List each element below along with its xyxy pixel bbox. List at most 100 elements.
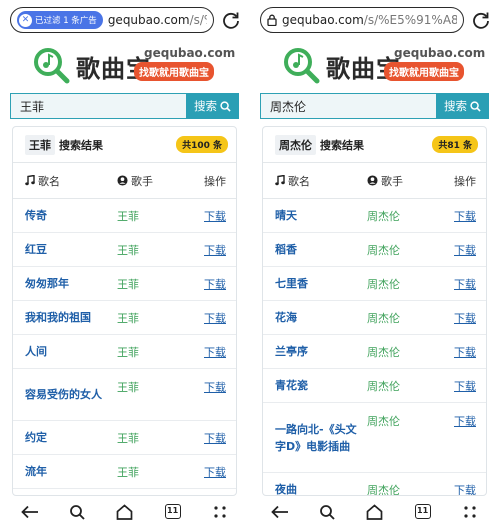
back-icon[interactable] <box>18 500 42 524</box>
column-artist: 歌手 <box>367 173 449 189</box>
song-link[interactable]: 一路向北-《头文字D》电影插曲 <box>275 415 367 461</box>
column-song: 歌名 <box>275 173 367 189</box>
song-link[interactable]: 稻香 <box>275 241 367 258</box>
bottom-nav-bar: 11 <box>0 496 250 527</box>
artist-link[interactable]: 周杰伦 <box>367 310 449 326</box>
site-logo[interactable]: 歌曲宝 gequbao.com 找歌就用歌曲宝 <box>32 44 236 86</box>
artist-link[interactable]: 王菲 <box>117 310 199 326</box>
table-row: 兰亭序 周杰伦 下载 <box>263 335 486 369</box>
song-link[interactable]: 晴天 <box>275 207 367 224</box>
download-link[interactable]: 下载 <box>454 378 476 394</box>
search-button[interactable]: 搜索 <box>186 93 239 119</box>
table-row: 我和我的祖国 王菲 下载 <box>13 301 236 335</box>
address-bar[interactable]: gequbao.com/s/%E5%91%A8%E6%9 <box>260 7 464 33</box>
lock-icon <box>267 14 277 26</box>
download-link[interactable]: 下载 <box>204 208 226 224</box>
download-link[interactable]: 下载 <box>454 276 476 292</box>
right-browser-panel: gequbao.com/s/%E5%91%A8%E6%9 歌曲宝 gequbao… <box>250 0 500 527</box>
song-link[interactable]: 七里香 <box>275 275 367 292</box>
download-link[interactable]: 下载 <box>204 344 226 360</box>
more-icon[interactable] <box>208 500 232 524</box>
song-link[interactable]: 匆匆那年 <box>25 275 117 292</box>
artist-link[interactable]: 王菲 <box>117 344 199 360</box>
home-icon[interactable] <box>363 500 387 524</box>
search-keyword: 周杰伦 <box>275 134 316 155</box>
download-link[interactable]: 下载 <box>454 482 476 496</box>
ad-filter-badge[interactable]: ✕ 已过滤 1 条广告 <box>17 11 103 29</box>
home-icon[interactable] <box>113 500 137 524</box>
song-link[interactable]: 流年 <box>25 463 117 480</box>
tabs-button[interactable]: 11 <box>161 500 185 524</box>
logo-domain: gequbao.com <box>144 46 236 60</box>
download-link[interactable]: 下载 <box>454 403 476 429</box>
search-button[interactable]: 搜索 <box>436 93 489 119</box>
download-link[interactable]: 下载 <box>204 430 226 446</box>
download-link[interactable]: 下载 <box>204 464 226 480</box>
artist-link[interactable]: 王菲 <box>117 464 199 480</box>
results-card: 周杰伦 搜索结果 共81 条 歌名 歌手 操作 晴天 周杰伦 下载 稻香 周杰伦… <box>262 126 487 496</box>
download-link[interactable]: 下载 <box>204 310 226 326</box>
logo-slogan: 找歌就用歌曲宝 <box>384 62 464 81</box>
download-link[interactable]: 下载 <box>454 242 476 258</box>
artist-link[interactable]: 王菲 <box>117 242 199 258</box>
table-row: 花海 周杰伦 下载 <box>263 301 486 335</box>
tabs-count: 11 <box>414 504 431 519</box>
artist-link[interactable]: 周杰伦 <box>367 482 449 496</box>
table-row: 红豆 王菲 下载 <box>13 233 236 267</box>
song-link[interactable]: 兰亭序 <box>275 343 367 360</box>
artist-link[interactable]: 王菲 <box>117 208 199 224</box>
artist-link[interactable]: 周杰伦 <box>367 403 449 429</box>
column-artist-label: 歌手 <box>131 174 153 188</box>
artist-link[interactable]: 王菲 <box>117 430 199 446</box>
song-link[interactable]: 花海 <box>275 309 367 326</box>
artist-link[interactable]: 周杰伦 <box>367 242 449 258</box>
address-bar[interactable]: ✕ 已过滤 1 条广告 gequbao.com/s/%E7% <box>10 7 214 33</box>
table-row: 约定 王菲 下载 <box>13 421 236 455</box>
back-icon[interactable] <box>268 500 292 524</box>
tabs-button[interactable]: 11 <box>411 500 435 524</box>
results-header: 王菲 搜索结果 共100 条 <box>13 127 236 163</box>
song-link[interactable]: 人间 <box>25 343 117 360</box>
user-icon <box>117 175 128 186</box>
table-row: 匆匆那年 王菲 下载 <box>13 267 236 301</box>
song-link[interactable]: 红豆 <box>25 241 117 258</box>
results-count-badge: 共100 条 <box>176 136 228 153</box>
table-row: 人间 王菲 下载 <box>13 335 236 369</box>
download-link[interactable]: 下载 <box>454 208 476 224</box>
artist-link[interactable]: 周杰伦 <box>367 208 449 224</box>
download-link[interactable]: 下载 <box>204 276 226 292</box>
search-icon[interactable] <box>315 500 339 524</box>
reload-icon[interactable] <box>471 10 491 30</box>
song-link[interactable]: 我和我的祖国 <box>25 309 117 326</box>
download-link[interactable]: 下载 <box>204 369 226 395</box>
table-row: 夜曲 周杰伦 下载 <box>263 473 486 496</box>
artist-link[interactable]: 周杰伦 <box>367 276 449 292</box>
download-link[interactable]: 下载 <box>454 344 476 360</box>
more-icon[interactable] <box>458 500 482 524</box>
artist-link[interactable]: 王菲 <box>117 276 199 292</box>
search-icon <box>470 100 481 112</box>
song-link[interactable]: 夜曲 <box>275 481 367 495</box>
artist-link[interactable]: 王菲 <box>117 369 199 395</box>
song-link[interactable]: 约定 <box>25 429 117 446</box>
bottom-nav-bar: 11 <box>250 496 500 527</box>
song-link[interactable]: 青花瓷 <box>275 377 367 394</box>
search-form: 搜索 <box>10 93 239 119</box>
song-link[interactable]: 容易受伤的女人 <box>25 380 117 409</box>
download-link[interactable]: 下载 <box>454 310 476 326</box>
results-title: 搜索结果 <box>320 138 364 152</box>
table-row: 传奇 王菲 下载 <box>13 199 236 233</box>
music-note-icon <box>275 175 285 186</box>
search-input[interactable] <box>260 93 436 119</box>
artist-link[interactable]: 周杰伦 <box>367 378 449 394</box>
download-link[interactable]: 下载 <box>204 242 226 258</box>
url-domain: gequbao.com <box>107 13 190 27</box>
artist-link[interactable]: 周杰伦 <box>367 344 449 360</box>
results-header: 周杰伦 搜索结果 共81 条 <box>263 127 486 163</box>
reload-icon[interactable] <box>221 10 241 30</box>
search-icon[interactable] <box>65 500 89 524</box>
search-input[interactable] <box>10 93 186 119</box>
site-logo[interactable]: 歌曲宝 gequbao.com 找歌就用歌曲宝 <box>282 44 485 86</box>
search-form: 搜索 <box>260 93 489 119</box>
song-link[interactable]: 传奇 <box>25 207 117 224</box>
